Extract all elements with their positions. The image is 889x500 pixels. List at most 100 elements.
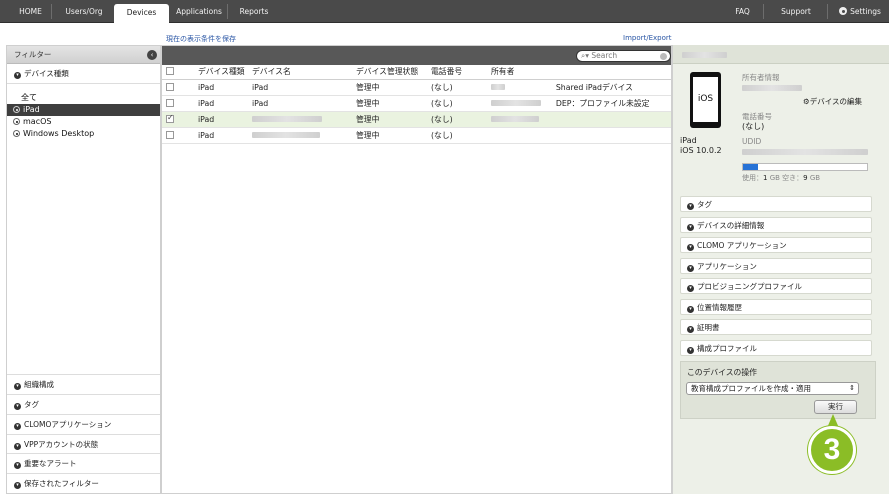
- edit-device-label: デバイスの編集: [809, 97, 863, 106]
- row-checkbox[interactable]: [166, 98, 174, 107]
- section-saved-filters[interactable]: ▾ 保存されたフィルター: [7, 473, 160, 493]
- section-tag[interactable]: ▾ タグ: [7, 394, 160, 414]
- section-clomo-apps[interactable]: ▾ CLOMO アプリケーション: [680, 237, 872, 253]
- chevron-updown-icon: ⇕: [849, 384, 855, 392]
- storage-text: 使用：1 GB 空き：9 GB: [742, 173, 820, 183]
- chevron-down-icon: ▾: [687, 203, 694, 210]
- table-row[interactable]: iPad iPad 管理中 (なし) Shared iPadデバイス: [162, 79, 671, 96]
- radio-icon: [13, 118, 20, 125]
- chevron-down-icon: ▾: [14, 403, 21, 411]
- section-provisioning[interactable]: ▾ プロビジョニングプロファイル: [680, 278, 872, 294]
- section-certificates-label: 証明書: [697, 323, 720, 332]
- cell-type: iPad: [195, 111, 249, 128]
- tab-devices[interactable]: Devices: [114, 4, 169, 24]
- edit-device-link[interactable]: ⚙デバイスの編集: [803, 96, 862, 107]
- import-export-link[interactable]: Import/Export: [623, 34, 672, 42]
- col-owner[interactable]: 所有者: [488, 65, 553, 80]
- section-location-history[interactable]: ▾ 位置情報履歴: [680, 299, 872, 315]
- device-type-ipad-label: iPad: [23, 105, 40, 114]
- chevron-down-icon: ▾: [687, 265, 694, 272]
- row-checkbox-cell: [162, 95, 195, 112]
- cell-phone: (なし): [428, 95, 488, 112]
- cell-owner: [488, 79, 553, 96]
- select-all-checkbox[interactable]: [166, 67, 174, 76]
- sidebar-bottom-sections: ▾ 組織構成 ▾ タグ ▾ CLOMOアプリケーション ▾ VPPアカウントの状態 ▾ 重…: [7, 374, 160, 493]
- run-button[interactable]: 実行: [814, 400, 857, 414]
- radio-icon: [13, 106, 20, 113]
- row-checkbox[interactable]: [166, 130, 174, 139]
- redacted-text: [491, 83, 505, 90]
- section-saved-filters-label: 保存されたフィルター: [24, 479, 99, 489]
- section-alerts[interactable]: ▾ 重要なアラート: [7, 453, 160, 473]
- storage-fill: [743, 164, 758, 170]
- search-icon: ⌕▾: [581, 51, 589, 60]
- redacted-text: [252, 131, 320, 138]
- detail-header: [673, 45, 889, 64]
- section-vpp[interactable]: ▾ VPPアカウントの状態: [7, 433, 160, 454]
- section-tag[interactable]: ▾ タグ: [680, 196, 872, 212]
- section-org[interactable]: ▾ 組織構成: [7, 374, 160, 394]
- search-placeholder: Search: [591, 51, 618, 60]
- save-filter-link[interactable]: 現在の表示条件を保存: [166, 34, 236, 44]
- faq-link[interactable]: FAQ: [722, 4, 764, 19]
- device-type-section[interactable]: ▾ デバイス種類: [7, 64, 160, 84]
- section-clomo-apps[interactable]: ▾ CLOMOアプリケーション: [7, 413, 160, 434]
- search-input[interactable]: ⌕▾ Search: [576, 50, 671, 62]
- cell-note: [552, 111, 671, 128]
- cell-name: [249, 111, 353, 128]
- device-type-all[interactable]: 全て: [7, 92, 160, 104]
- col-device-name[interactable]: デバイス名: [249, 65, 353, 80]
- col-note: [552, 65, 671, 80]
- device-type-windows[interactable]: Windows Desktop: [7, 128, 160, 140]
- row-checkbox[interactable]: [166, 113, 174, 123]
- settings-link[interactable]: Settings: [831, 4, 889, 19]
- gear-icon: ⚙: [803, 97, 810, 106]
- table-row[interactable]: iPad 管理中 (なし): [162, 111, 671, 128]
- section-apps[interactable]: ▾ アプリケーション: [680, 258, 872, 274]
- table-row[interactable]: iPad 管理中 (なし): [162, 127, 671, 144]
- section-config-profiles[interactable]: ▾ 構成プロファイル: [680, 340, 872, 356]
- operation-selected: 教育構成プロファイルを作成・適用: [691, 384, 811, 393]
- device-type-macos[interactable]: macOS: [7, 116, 160, 128]
- row-checkbox-cell: [162, 127, 195, 144]
- device-table: デバイス種類 デバイス名 デバイス管理状態 電話番号 所有者 iPad iPad…: [162, 65, 671, 144]
- chevron-down-icon: ▾: [14, 442, 21, 450]
- redacted-text: [252, 115, 322, 122]
- device-type-ipad[interactable]: iPad: [7, 104, 160, 116]
- tab-users-org[interactable]: Users/Org: [53, 4, 116, 19]
- operations-title: このデバイスの操作: [687, 368, 757, 377]
- col-status[interactable]: デバイス管理状態: [353, 65, 428, 80]
- cell-status: 管理中: [353, 79, 428, 96]
- section-device-details-label: デバイスの詳細情報: [697, 221, 765, 230]
- cell-note: [552, 127, 671, 144]
- gear-icon: [839, 7, 848, 15]
- device-type-windows-label: Windows Desktop: [23, 129, 95, 138]
- table-row[interactable]: iPad iPad 管理中 (なし) DEP：プロファイル未設定: [162, 95, 671, 112]
- redacted-text: [742, 85, 802, 91]
- storage-free: 9: [803, 174, 808, 182]
- clear-icon[interactable]: [660, 52, 667, 60]
- tab-home[interactable]: HOME: [10, 4, 52, 19]
- radio-icon: [13, 130, 20, 137]
- col-phone[interactable]: 電話番号: [428, 65, 488, 80]
- cell-phone: (なし): [428, 79, 488, 96]
- chevron-down-icon: ▾: [14, 72, 21, 79]
- row-checkbox-cell: [162, 79, 195, 96]
- ipad-device-icon: iOS: [690, 72, 721, 128]
- section-device-details[interactable]: ▾ デバイスの詳細情報: [680, 217, 872, 233]
- row-checkbox[interactable]: [166, 82, 174, 91]
- col-device-type[interactable]: デバイス種類: [195, 65, 249, 80]
- cell-owner: [488, 95, 553, 112]
- section-certificates[interactable]: ▾ 証明書: [680, 319, 872, 335]
- cell-note: DEP：プロファイル未設定: [552, 95, 671, 112]
- chevron-down-icon: ▾: [14, 482, 21, 490]
- device-type-macos-label: macOS: [23, 117, 52, 126]
- support-link[interactable]: Support: [765, 4, 828, 19]
- collapse-icon[interactable]: ‹: [147, 50, 157, 60]
- redacted-text: [682, 52, 727, 58]
- chevron-down-icon: ▾: [687, 244, 694, 251]
- tab-reports[interactable]: Reports: [230, 4, 278, 19]
- top-nav: HOME Users/Org Devices Applications Repo…: [0, 0, 889, 24]
- tab-applications[interactable]: Applications: [171, 4, 228, 19]
- operation-select[interactable]: 教育構成プロファイルを作成・適用 ⇕: [686, 382, 859, 395]
